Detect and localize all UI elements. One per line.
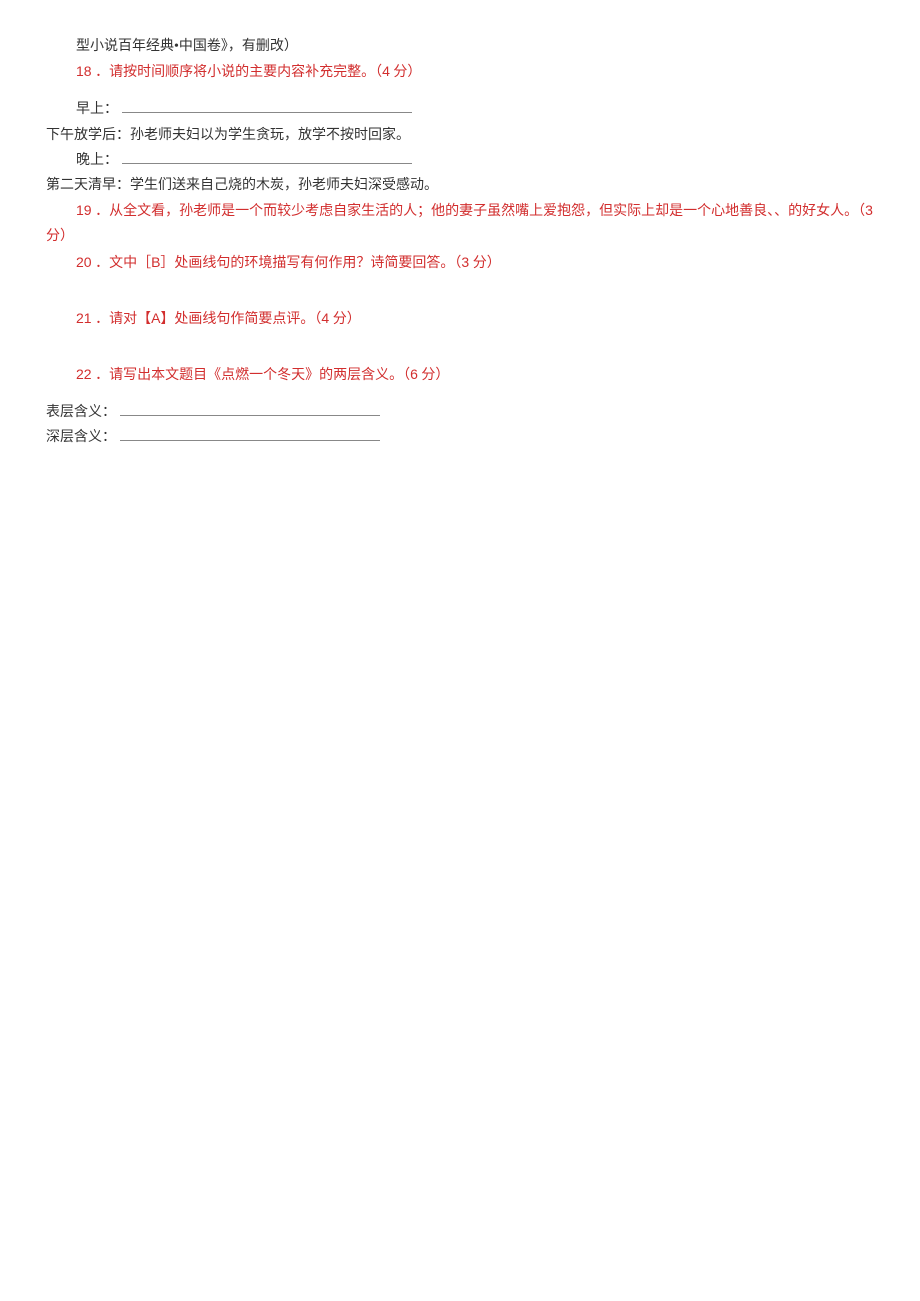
morning-line: 早上： — [0, 97, 920, 122]
nextday-text: 第二天清早：学生们送来自己烧的木炭，孙老师夫妇深受感动。 — [46, 178, 438, 193]
question-text: ．文中［ — [95, 256, 151, 271]
points-number: 3 — [865, 202, 873, 218]
question-21: 21 ．请对【A】处画线句作简要点评。（4 分） — [0, 306, 920, 332]
points-unit: 分） — [390, 65, 422, 80]
points-unit: 分） — [469, 256, 501, 271]
question-18: 18 ．请按时间顺序将小说的主要内容补充完整。（4 分） — [0, 59, 920, 85]
afternoon-line: 下午放学后：孙老师夫妇以为学生贪玩，放学不按时回家。 — [0, 123, 920, 148]
question-number: 22 — [76, 366, 92, 382]
deep-label: 深层含义： — [46, 430, 116, 445]
question-text: ．请对【 — [95, 312, 151, 327]
question-text: ］处画线句的环境描写有何作用？诗简要回答。（ — [160, 256, 461, 271]
question-19: 19 ．从全文看，孙老师是一个而较少考虑自家生活的人；他的妻子虽然嘴上爱抱怨，但… — [0, 198, 920, 249]
question-text: ．请写出本文题目《点燃一个冬天》的两层含义。（ — [95, 368, 410, 383]
points-unit: 分） — [329, 312, 361, 327]
nextday-line: 第二天清早：学生们送来自己烧的木炭，孙老师夫妇深受感动。 — [0, 173, 920, 198]
question-number: 20 — [76, 254, 92, 270]
surface-label: 表层含义： — [46, 405, 116, 420]
question-number: 18 — [76, 63, 92, 79]
points: 4 分） — [321, 312, 360, 327]
document-page: 型小说百年经典•中国卷》，有删改） 18 ．请按时间顺序将小说的主要内容补充完整… — [0, 34, 920, 450]
surface-meaning-line: 表层含义： — [0, 400, 920, 425]
question-text: ．从全文看，孙老师是一个而较少考虑自家生活的人；他的妻子虽然嘴上爱抱怨，但实际上… — [95, 204, 865, 219]
evening-label: 晚上： — [76, 153, 118, 168]
points-unit: 分） — [418, 368, 450, 383]
text: 型小说百年经典•中国卷》，有删改） — [76, 39, 298, 54]
question-text: 】处画线句作简要点评。（ — [160, 312, 321, 327]
points-number: 4 — [382, 63, 390, 79]
question-22: 22 ．请写出本文题目《点燃一个冬天》的两层含义。（6 分） — [0, 362, 920, 388]
fill-blank[interactable] — [122, 150, 412, 164]
fill-blank[interactable] — [122, 99, 412, 113]
question-text: ．请按时间顺序将小说的主要内容补充完整。（ — [95, 65, 382, 80]
deep-meaning-line: 深层含义： — [0, 425, 920, 450]
points: 3 分） — [461, 256, 500, 271]
spacer — [0, 332, 920, 362]
fill-blank[interactable] — [120, 427, 380, 441]
question-number: 19 — [76, 202, 92, 218]
question-20: 20 ．文中［B］处画线句的环境描写有何作用？诗简要回答。（3 分） — [0, 250, 920, 276]
context-line: 型小说百年经典•中国卷》，有删改） — [0, 34, 920, 59]
question-text-cont: 分） — [46, 229, 74, 244]
afternoon-text: 下午放学后：孙老师夫妇以为学生贪玩，放学不按时回家。 — [46, 128, 410, 143]
question-number: 21 — [76, 310, 92, 326]
fill-blank[interactable] — [120, 402, 380, 416]
spacer — [0, 276, 920, 306]
points-number: 6 — [410, 366, 418, 382]
spacer — [0, 85, 920, 97]
evening-line: 晚上： — [0, 148, 920, 173]
points: 4 分） — [382, 65, 421, 80]
morning-label: 早上： — [76, 102, 118, 117]
points: 6 分） — [410, 368, 449, 383]
spacer — [0, 388, 920, 400]
